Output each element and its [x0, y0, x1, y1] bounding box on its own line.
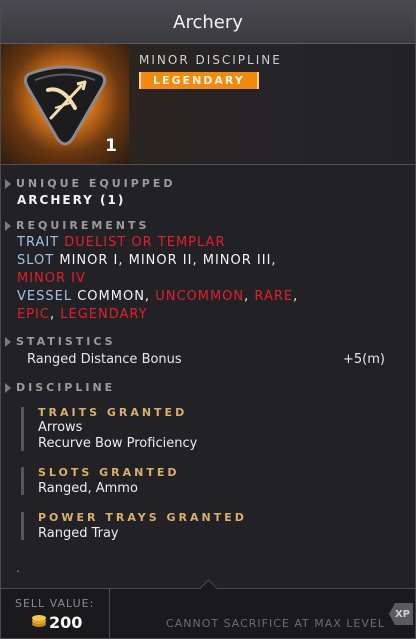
- vessel-rare: RARE: [254, 289, 294, 304]
- traits-granted-bar: [21, 407, 24, 451]
- sacrifice-status: CANNOT SACRIFICE AT MAX LEVEL: [166, 617, 385, 630]
- trailing-dot: .: [16, 561, 20, 575]
- vessel-comma: ,: [293, 289, 299, 304]
- vessel-epic: EPIC: [17, 307, 50, 322]
- unique-equipped-value: ARCHERY (1): [17, 193, 126, 207]
- vessel-legendary: LEGENDARY: [60, 307, 148, 322]
- slots-granted-bar: [21, 467, 24, 495]
- tooltip-footer: SELL VALUE: 200 CANNOT SACRIFICE AT MAX …: [1, 579, 415, 638]
- slots-granted-value: Ranged, Ammo: [38, 481, 138, 496]
- discipline-type: MINOR DISCIPLINE: [139, 53, 282, 67]
- power-trays-granted-value: Ranged Tray: [38, 526, 119, 541]
- trait-requirement: TRAIT DUELIST OR TEMPLAR: [17, 235, 225, 250]
- item-header: 1 MINOR DISCIPLINE LEGENDARY: [1, 44, 415, 165]
- trait-granted-item: Recurve Bow Proficiency: [38, 436, 198, 451]
- vessel-requirement: VESSEL COMMON, UNCOMMON, RARE,: [17, 289, 298, 304]
- trait-label: TRAIT: [17, 235, 60, 250]
- power-trays-granted-title: POWER TRAYS GRANTED: [38, 511, 247, 524]
- vessel-comma: ,: [244, 289, 250, 304]
- traits-granted-title: TRAITS GRANTED: [38, 406, 188, 419]
- requirements-heading: REQUIREMENTS: [4, 219, 150, 232]
- vessel-uncommon: UNCOMMON: [155, 289, 245, 304]
- unique-equipped-heading: UNIQUE EQUIPPED: [5, 177, 176, 190]
- trait-value: DUELIST OR TEMPLAR: [64, 235, 226, 250]
- slot-value-continued: MINOR IV: [17, 271, 86, 286]
- footer-notch: [199, 579, 218, 598]
- vessel-comma: ,: [49, 307, 56, 322]
- vessel-common: COMMON: [77, 289, 145, 304]
- rarity-badge: LEGENDARY: [139, 72, 259, 89]
- vessel-requirement-continued: EPIC, LEGENDARY: [17, 307, 148, 322]
- vessel-label: VESSEL: [17, 289, 73, 304]
- item-title: Archery: [1, 1, 415, 44]
- statistics-heading: STATISTICS: [5, 335, 116, 348]
- item-count: 1: [105, 136, 117, 156]
- xp-badge-icon: XP: [389, 603, 413, 625]
- archery-bow-icon: [23, 65, 107, 146]
- stat-name: Ranged Distance Bonus: [27, 352, 182, 367]
- sell-value-label: SELL VALUE:: [15, 597, 95, 610]
- stat-value: +5(m): [343, 352, 385, 367]
- trait-granted-item: Arrows: [38, 420, 83, 435]
- item-icon-frame: 1: [1, 44, 129, 164]
- discipline-heading: DISCIPLINE: [4, 381, 116, 394]
- slot-label: SLOT: [17, 253, 55, 268]
- slot-requirement: SLOT MINOR I, MINOR II, MINOR III,: [17, 253, 277, 268]
- power-trays-granted-bar: [21, 512, 24, 540]
- sell-value-box: SELL VALUE: 200: [1, 589, 110, 638]
- vessel-comma: ,: [144, 289, 151, 304]
- coin-icon: [32, 615, 46, 627]
- slots-granted-title: SLOTS GRANTED: [38, 466, 180, 479]
- item-tooltip: Archery 1 MINOR DISCIPLINE LEGENDARY UNI…: [0, 0, 416, 639]
- slot-value: MINOR I, MINOR II, MINOR III,: [59, 253, 277, 268]
- sell-value-amount: 200: [49, 613, 83, 632]
